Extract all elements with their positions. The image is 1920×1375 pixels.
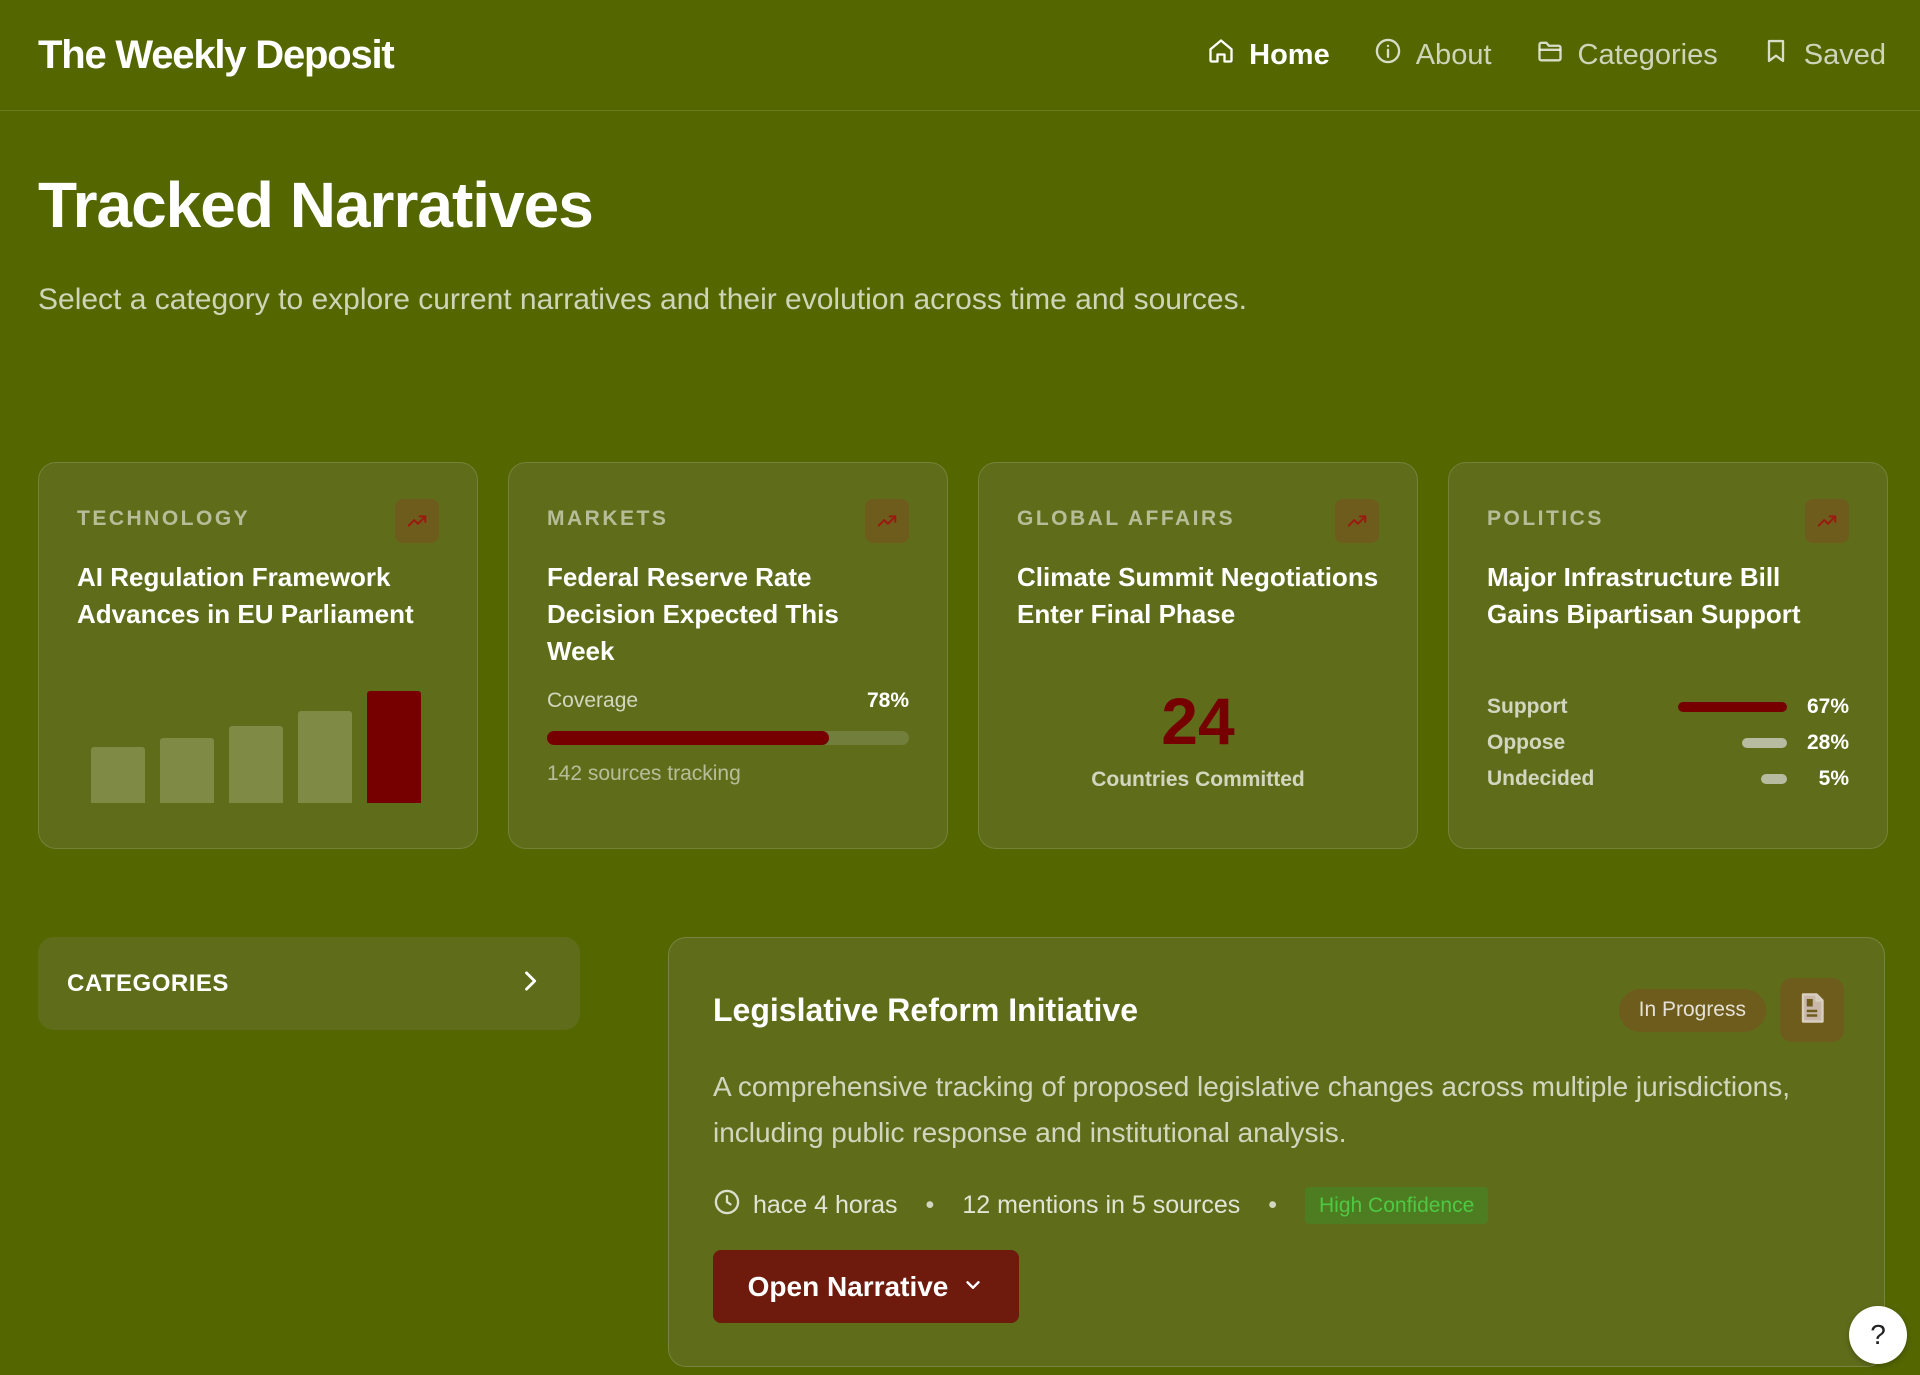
poll-bar <box>1761 774 1787 784</box>
open-narrative-button[interactable]: Open Narrative <box>713 1250 1019 1323</box>
poll-row-support: Support 67% <box>1487 689 1849 725</box>
card-markets[interactable]: MARKETS Federal Reserve Rate Decision Ex… <box>508 462 948 849</box>
coverage-value: 78% <box>866 689 909 712</box>
trending-up-icon[interactable] <box>395 499 439 543</box>
document-button[interactable] <box>1780 978 1844 1042</box>
poll-value: 67% <box>1806 695 1849 718</box>
trending-up-icon[interactable] <box>865 499 909 543</box>
folder-icon <box>1536 37 1564 73</box>
status-badge: In Progress <box>1618 988 1766 1032</box>
card-title: AI Regulation Framework Advances in EU P… <box>77 562 414 629</box>
card-title: Major Infrastructure Bill Gains Bipartis… <box>1487 562 1801 629</box>
open-narrative-label: Open Narrative <box>747 1270 949 1302</box>
main-nav: Home About Categories Saved <box>1207 37 1886 73</box>
brand-logo[interactable]: The Weekly Deposit <box>38 33 395 78</box>
poll-results: Support 67% Oppose 28% Undecided 5% <box>1487 689 1849 797</box>
document-icon <box>1794 990 1830 1031</box>
nav-categories-label: Categories <box>1577 38 1718 71</box>
chevron-right-icon <box>516 967 544 1000</box>
card-politics[interactable]: POLITICS Major Infrastructure Bill Gains… <box>1448 462 1888 849</box>
page-title: Tracked Narratives <box>38 169 594 241</box>
trend-bar <box>229 726 283 803</box>
countries-count: 24 <box>1161 684 1235 758</box>
nav-about[interactable]: About <box>1374 37 1492 73</box>
card-technology[interactable]: TECHNOLOGY AI Regulation Framework Advan… <box>38 462 478 849</box>
narrative-meta: hace 4 horas • 12 mentions in 5 sources … <box>713 1187 1489 1224</box>
bookmark-icon <box>1762 37 1790 73</box>
categories-label: CATEGORIES <box>67 969 229 997</box>
meta-separator: • <box>1268 1191 1278 1219</box>
trending-up-icon[interactable] <box>1335 499 1379 543</box>
trend-bar <box>91 747 145 803</box>
home-icon <box>1207 37 1235 73</box>
confidence-badge: High Confidence <box>1305 1187 1489 1224</box>
nav-home-label: Home <box>1249 38 1330 71</box>
coverage-progress-track <box>547 731 909 745</box>
trend-bar <box>367 691 421 803</box>
info-icon <box>1374 37 1402 73</box>
nav-home[interactable]: Home <box>1207 37 1330 73</box>
card-global-affairs[interactable]: GLOBAL AFFAIRS Climate Summit Negotiatio… <box>978 462 1418 849</box>
coverage-progress-fill <box>547 731 830 745</box>
hero-section: Tracked Narratives Select a category to … <box>0 111 1920 325</box>
top-bar: The Weekly Deposit Home About Categories <box>0 0 1920 111</box>
poll-bar <box>1678 702 1787 712</box>
poll-label: Oppose <box>1487 731 1566 754</box>
help-button[interactable]: ? <box>1849 1306 1907 1364</box>
sources-tracking: 142 sources tracking <box>547 762 741 785</box>
card-title: Climate Summit Negotiations Enter Final … <box>1017 562 1379 629</box>
poll-label: Support <box>1487 695 1568 718</box>
poll-bar <box>1742 738 1787 748</box>
nav-saved[interactable]: Saved <box>1762 37 1886 73</box>
app-root: The Weekly Deposit Home About Categories <box>0 0 1920 1375</box>
narrative-cards: TECHNOLOGY AI Regulation Framework Advan… <box>38 462 1888 849</box>
narrative-time: hace 4 horas <box>753 1191 898 1219</box>
trending-up-icon[interactable] <box>1805 499 1849 543</box>
card-category: MARKETS <box>547 507 669 530</box>
card-category: GLOBAL AFFAIRS <box>1017 507 1236 530</box>
nav-categories[interactable]: Categories <box>1536 37 1718 73</box>
coverage-label: Coverage <box>547 689 639 712</box>
trend-bar-chart <box>91 687 421 803</box>
poll-row-oppose: Oppose 28% <box>1487 725 1849 761</box>
countries-label: Countries Committed <box>1091 768 1305 791</box>
card-category: TECHNOLOGY <box>77 507 251 530</box>
narrative-description: A comprehensive tracking of proposed leg… <box>713 1071 1790 1148</box>
narrative-panel: Legislative Reform Initiative In Progres… <box>668 937 1885 1367</box>
narrative-mentions: 12 mentions in 5 sources <box>962 1191 1241 1219</box>
poll-value: 5% <box>1818 767 1849 790</box>
poll-label: Undecided <box>1487 767 1595 790</box>
narrative-title: Legislative Reform Initiative <box>713 991 1139 1028</box>
trend-bar <box>298 711 352 803</box>
nav-about-label: About <box>1415 38 1492 71</box>
poll-value: 28% <box>1806 731 1849 754</box>
nav-saved-label: Saved <box>1803 38 1886 71</box>
page-subtitle: Select a category to explore current nar… <box>38 283 1247 316</box>
poll-row-undecided: Undecided 5% <box>1487 761 1849 797</box>
meta-separator: • <box>925 1191 935 1219</box>
card-category: POLITICS <box>1487 507 1604 530</box>
chevron-down-icon <box>962 1271 984 1303</box>
categories-toggle[interactable]: CATEGORIES <box>38 937 580 1030</box>
trend-bar <box>160 738 214 803</box>
clock-icon <box>713 1188 753 1223</box>
card-title: Federal Reserve Rate Decision Expected T… <box>547 562 839 666</box>
